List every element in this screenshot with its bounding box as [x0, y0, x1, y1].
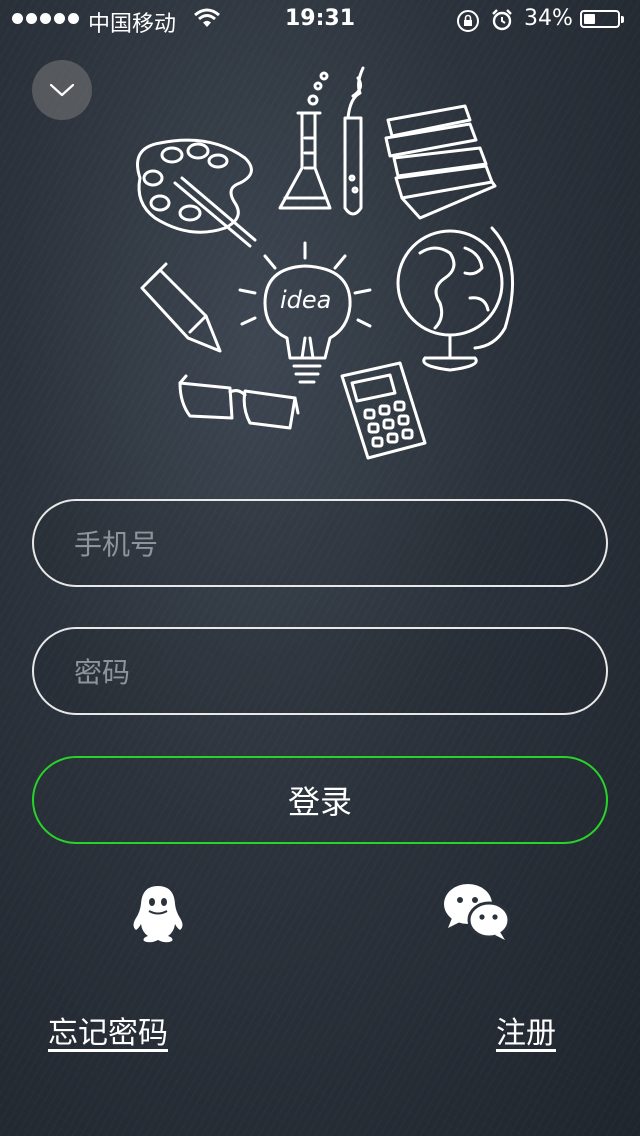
forgot-password-link[interactable]: 忘记密码 [48, 1008, 168, 1052]
login-button[interactable]: 登录 [32, 756, 608, 844]
password-field[interactable] [32, 627, 608, 715]
flask-icon [278, 71, 332, 210]
rotation-lock-icon [456, 9, 480, 39]
battery-fill [584, 14, 595, 24]
test-tube-icon [343, 66, 365, 216]
pencil-icon [140, 262, 222, 353]
phone-field[interactable] [32, 499, 608, 587]
password-input[interactable] [72, 629, 566, 715]
wechat-login-button[interactable] [442, 882, 512, 944]
wechat-icon [444, 884, 511, 940]
qq-login-button[interactable] [128, 882, 188, 944]
phone-input[interactable] [72, 501, 566, 587]
battery-percent: 34% [524, 6, 573, 31]
calculator-icon [340, 361, 427, 460]
glasses-icon [178, 374, 300, 430]
chevron-down-icon [49, 83, 75, 97]
palette-icon [136, 138, 257, 248]
register-link[interactable]: 注册 [496, 1008, 556, 1052]
chalk-illustration: idea [136, 66, 515, 460]
qq-icon [133, 886, 183, 943]
alarm-icon [490, 8, 514, 38]
globe-icon [396, 226, 515, 372]
battery-icon [580, 10, 624, 28]
books-icon [384, 104, 497, 220]
collapse-button[interactable] [32, 60, 92, 120]
status-bar: 中国移动 19:31 34% [0, 0, 640, 40]
bulb-text: idea [280, 286, 331, 314]
